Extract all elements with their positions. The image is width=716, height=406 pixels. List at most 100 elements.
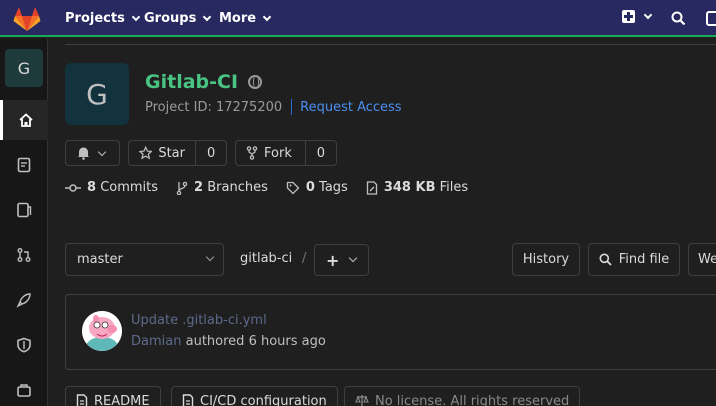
fork-count-value: 0 xyxy=(316,145,325,161)
search-icon xyxy=(599,253,612,266)
home-icon xyxy=(18,113,33,127)
commit-icon xyxy=(65,183,81,192)
add-to-tree-dropdown[interactable]: + xyxy=(314,244,369,276)
sidebar-item-merge-requests[interactable] xyxy=(0,235,48,275)
cicd-configuration-button[interactable]: CI/CD configuration xyxy=(171,386,338,406)
fork-label: Fork xyxy=(264,145,292,161)
nav-more-label: More xyxy=(219,11,257,26)
star-icon xyxy=(139,146,153,160)
project-name[interactable]: Gitlab-CI xyxy=(145,71,238,93)
nav-projects[interactable]: Projects xyxy=(65,11,141,26)
main-content: G Gitlab-CI Project ID: 17275200 Request… xyxy=(49,39,716,406)
avatar[interactable] xyxy=(82,311,122,351)
plus-icon: + xyxy=(326,251,340,270)
project-title: Gitlab-CI xyxy=(145,71,263,93)
commits-link[interactable]: 8 Commits xyxy=(65,180,158,195)
fork-button[interactable]: Fork 0 xyxy=(235,140,337,166)
left-sidebar: G xyxy=(0,39,48,406)
bell-icon xyxy=(78,147,89,160)
commit-authored-text: authored xyxy=(185,334,245,349)
chevron-down-icon xyxy=(205,252,215,262)
scale-icon xyxy=(355,395,369,406)
files-size: 348 KB xyxy=(383,180,436,195)
tags-count: 0 xyxy=(305,180,315,195)
project-stats: 8 Commits 2 Branches 0 Tags 348 KB Files xyxy=(65,180,468,195)
chevron-down-icon xyxy=(348,253,358,263)
new-dropdown-button[interactable] xyxy=(622,10,653,23)
top-navbar: Projects Groups More xyxy=(0,0,716,37)
nav-projects-label: Projects xyxy=(65,11,125,26)
notification-dropdown-button[interactable] xyxy=(65,140,120,166)
branch-icon xyxy=(176,181,188,195)
rocket-icon xyxy=(16,293,31,308)
sidebar-item-ci-cd[interactable] xyxy=(0,280,48,320)
find-file-label: Find file xyxy=(618,252,670,267)
issues-icon[interactable] xyxy=(706,11,716,26)
star-button[interactable]: Star 0 xyxy=(128,140,227,166)
chevron-down-icon xyxy=(203,12,212,22)
branches-count: 2 xyxy=(194,180,204,195)
tags-label: Tags xyxy=(319,180,348,195)
chevron-down-icon xyxy=(643,10,653,20)
star-count[interactable]: 0 xyxy=(195,141,226,165)
license-label: No license. All rights reserved xyxy=(375,393,570,406)
commits-count: 8 xyxy=(87,180,97,195)
divider xyxy=(65,44,716,45)
chevron-down-icon xyxy=(131,12,141,22)
nav-groups-label: Groups xyxy=(144,11,197,26)
sidebar-item-packages[interactable] xyxy=(0,370,48,406)
plus-square-icon xyxy=(622,10,635,23)
package-icon xyxy=(17,384,31,397)
commit-time: 6 hours ago xyxy=(248,334,326,349)
fork-count[interactable]: 0 xyxy=(304,141,336,165)
file-text-icon xyxy=(76,394,88,406)
last-commit-panel: Update .gitlab-ci.yml Damian authored 6 … xyxy=(65,294,716,370)
license-button[interactable]: No license. All rights reserved xyxy=(344,386,581,406)
project-id: Project ID: 17275200 xyxy=(145,99,283,115)
branch-select-value: master xyxy=(77,252,123,267)
search-icon[interactable] xyxy=(671,11,686,26)
chevron-down-icon xyxy=(97,147,107,156)
project-meta: Project ID: 17275200 Request Access xyxy=(145,99,402,115)
globe-icon xyxy=(248,75,263,89)
chevron-down-icon xyxy=(262,12,272,22)
readme-button[interactable]: README xyxy=(65,386,161,406)
find-file-button[interactable]: Find file xyxy=(588,243,680,276)
nav-more[interactable]: More xyxy=(219,11,272,26)
history-label: History xyxy=(522,252,570,267)
tag-icon xyxy=(286,181,300,194)
sidebar-item-project-overview[interactable] xyxy=(0,100,48,140)
breadcrumb-repo[interactable]: gitlab-ci xyxy=(240,251,292,266)
sidebar-item-repository[interactable] xyxy=(0,145,48,185)
file-text-icon xyxy=(182,394,194,406)
sidebar-project-avatar[interactable]: G xyxy=(5,49,43,87)
web-ide-button[interactable]: We xyxy=(688,243,716,276)
history-button[interactable]: History xyxy=(512,243,580,276)
file-icon xyxy=(366,180,377,195)
branches-label: Branches xyxy=(207,180,268,195)
commit-author-link[interactable]: Damian xyxy=(131,334,181,349)
files-link[interactable]: 348 KB Files xyxy=(366,180,468,195)
commit-title-link[interactable]: Update .gitlab-ci.yml xyxy=(131,313,267,328)
branches-link[interactable]: 2 Branches xyxy=(176,180,268,195)
project-avatar-letter: G xyxy=(86,77,108,111)
star-count-value: 0 xyxy=(207,145,216,161)
breadcrumb-separator: / xyxy=(302,251,307,266)
sidebar-item-security[interactable] xyxy=(0,325,48,365)
sidebar-avatar-letter: G xyxy=(17,58,31,78)
request-access-link[interactable]: Request Access xyxy=(300,100,401,115)
readme-label: README xyxy=(94,393,150,406)
divider xyxy=(291,99,293,115)
tags-link[interactable]: 0 Tags xyxy=(286,180,348,195)
branch-select[interactable]: master xyxy=(65,243,224,276)
files-label: Files xyxy=(439,180,469,195)
shield-icon xyxy=(17,337,31,353)
web-ide-label: We xyxy=(698,252,716,267)
gitlab-logo-icon[interactable] xyxy=(13,6,41,32)
fork-icon xyxy=(246,146,258,160)
repository-icon xyxy=(17,157,31,173)
issues-icon xyxy=(17,202,32,218)
nav-groups[interactable]: Groups xyxy=(144,11,212,26)
sidebar-item-issues[interactable] xyxy=(0,190,48,230)
project-avatar: G xyxy=(65,63,129,125)
